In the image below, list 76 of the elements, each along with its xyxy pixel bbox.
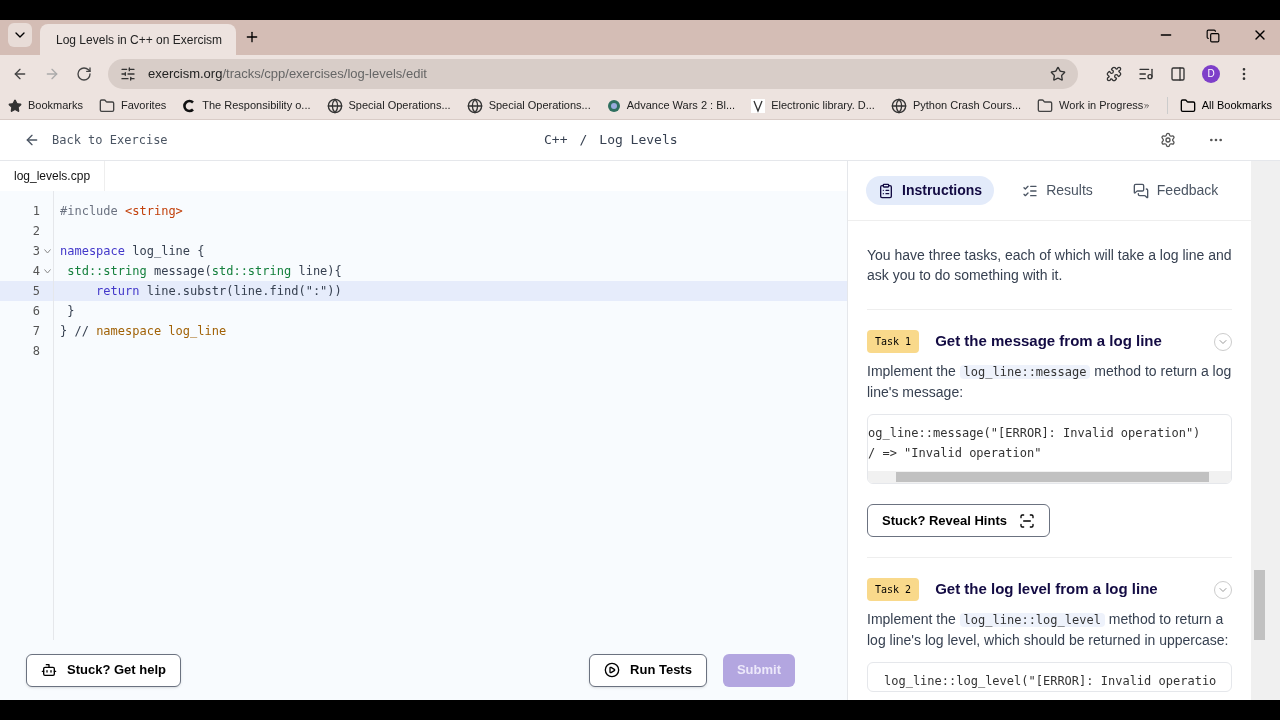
folder-icon: [1179, 97, 1196, 114]
code-text: namespace log_line {: [60, 243, 205, 260]
line-number: 5: [31, 283, 40, 300]
site-info-icon: [120, 65, 136, 82]
restore-icon[interactable]: [1206, 29, 1220, 43]
back-link[interactable]: Back to Exercise: [24, 131, 544, 149]
star-icon: [8, 98, 22, 113]
line-number: 7: [31, 323, 40, 340]
line-number: 4: [31, 263, 40, 280]
folder-icon: [1037, 97, 1054, 114]
url-path: /tracks/cpp/exercises/log-levels/edit: [222, 64, 427, 83]
bookmark-item[interactable]: Python Crash Cours...: [890, 97, 1022, 114]
task-title: Get the log level from a log line: [935, 579, 1159, 600]
settings-icon[interactable]: [1160, 132, 1176, 148]
side-panel-icon[interactable]: [1170, 65, 1186, 82]
bookmark-item[interactable]: Special Operations...: [466, 97, 591, 114]
tab-list-button[interactable]: [8, 23, 32, 47]
intro-text: You have three tasks, each of which will take a log line and ask you to do something with it.: [867, 245, 1232, 310]
exercise-name: Log Levels: [599, 131, 678, 150]
line-number: 3: [31, 243, 40, 260]
run-tests-button[interactable]: Run Tests: [589, 653, 707, 687]
line-number: 6: [31, 303, 40, 320]
reload-icon[interactable]: [76, 65, 92, 82]
line-number: 8: [31, 343, 40, 360]
address-bar[interactable]: exercism.org/tracks/cpp/exercises/log-levels/edit: [108, 58, 1078, 89]
back-arrow-icon: [24, 132, 40, 148]
url-host: exercism.org: [148, 64, 223, 83]
task-title: Get the message from a log line: [935, 331, 1163, 352]
profile-avatar[interactable]: D: [1202, 64, 1220, 83]
track-name[interactable]: C++: [544, 130, 568, 150]
task-description: Implement the log_line::message method to return a log line's message:: [867, 362, 1232, 402]
bookmark-item[interactable]: Special Operations...: [326, 97, 451, 114]
site-icon: [606, 98, 621, 113]
site-icon: [182, 98, 197, 113]
bookmark-item[interactable]: The Responsibility o...: [182, 97, 311, 114]
code-text: return line.substr(line.find(":")): [95, 283, 342, 300]
panel-tab[interactable]: Instructions: [866, 176, 995, 205]
bookmark-item[interactable]: Bookmarks: [8, 97, 84, 114]
code-example: log_line::log_level("[ERROR]: Invalid operatio: [867, 662, 1232, 692]
browser-tab[interactable]: Log Levels in C++ on Exercism: [40, 24, 236, 55]
bookmark-item[interactable]: Electronic library. D...: [751, 97, 875, 114]
folder-icon: [99, 97, 116, 114]
globe-icon: [890, 97, 907, 114]
task-description: Implement the log_line::log_level method to return a log line's log level, which should be returned in uppercase:: [867, 610, 1230, 650]
line-number: 1: [31, 203, 40, 220]
panel-tab[interactable]: Feedback: [1120, 176, 1231, 205]
bookmark-item[interactable]: Favorites: [99, 97, 167, 114]
panel-tab[interactable]: Results: [1010, 176, 1105, 205]
play-icon: [604, 662, 621, 678]
globe-icon: [326, 97, 343, 114]
line-number: 2: [31, 223, 40, 240]
robot-icon: [41, 662, 57, 678]
chat-icon: [1132, 182, 1149, 199]
reveal-hints-button[interactable]: Stuck? Reveal Hints: [867, 504, 1050, 537]
tab-title: Log Levels in C++ on Exercism: [56, 31, 223, 49]
task-badge: Task 1: [867, 330, 920, 353]
fold-chevron-icon[interactable]: [44, 268, 51, 274]
all-bookmarks[interactable]: All Bookmarks: [1166, 97, 1272, 114]
new-tab-icon[interactable]: [244, 29, 260, 45]
globe-icon: [466, 97, 483, 114]
bookmark-item[interactable]: Work in Progress: [1037, 97, 1144, 114]
code-text: #include <string>: [60, 203, 183, 220]
clipboard-icon: [878, 182, 894, 199]
code-text: } // namespace log_line: [60, 323, 227, 340]
breadcrumb-separator: /: [579, 131, 588, 150]
site-icon: [751, 98, 766, 113]
code-example: og_line::message("[ERROR]: Invalid operation") / => "Invalid operation": [867, 414, 1232, 484]
code-text: std::string message(std::string line){: [66, 263, 342, 280]
task-badge: Task 2: [867, 578, 920, 601]
code-text: }: [66, 303, 75, 320]
scan-icon: [1019, 512, 1035, 529]
bookmark-star-icon[interactable]: [1050, 65, 1066, 82]
help-button[interactable]: Stuck? Get help: [26, 653, 181, 687]
bookmark-item[interactable]: Advance Wars 2 : Bl...: [606, 97, 736, 114]
extension-icon[interactable]: [1106, 65, 1122, 82]
fold-chevron-icon[interactable]: [44, 248, 51, 254]
